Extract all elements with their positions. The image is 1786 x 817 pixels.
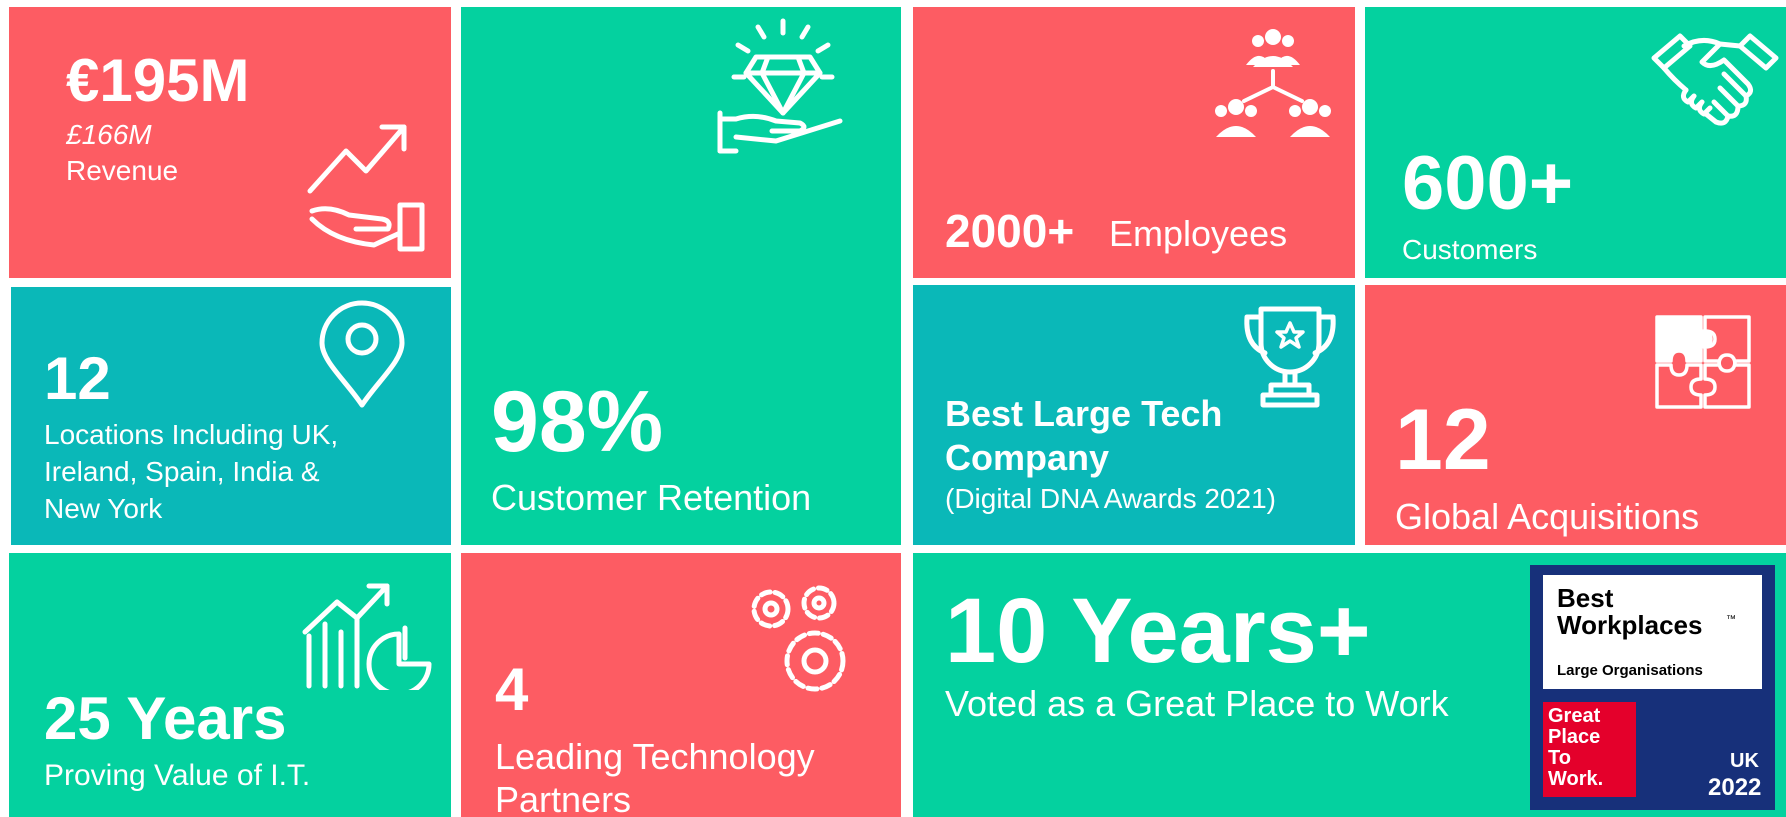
- acquisitions-label: Global Acquisitions: [1395, 496, 1700, 537]
- partners-value: 4: [495, 656, 529, 723]
- revenue-tile: €195M £166M Revenue: [9, 7, 451, 278]
- badge-title-2: Workplaces: [1557, 610, 1703, 640]
- locations-line-1: Locations Including UK,: [44, 419, 339, 450]
- customers-value: 600+: [1402, 141, 1574, 226]
- customers-tile: 600+ Customers: [1365, 7, 1786, 278]
- award-line-2: Company: [945, 437, 1110, 478]
- revenue-gbp: £166M: [66, 119, 152, 150]
- puzzle-icon: [1653, 313, 1753, 411]
- award-tile: Best Large Tech Company (Digital DNA Awa…: [913, 285, 1355, 545]
- acquisitions-tile: 12 Global Acquisitions: [1365, 285, 1786, 545]
- badge-header: Best Workplaces ™ Large Organisations: [1543, 575, 1762, 689]
- trophy-icon: [1241, 303, 1339, 409]
- partners-line-1: Leading Technology: [495, 736, 815, 777]
- chart-growth-icon: [301, 578, 436, 690]
- years-value: 25 Years: [44, 685, 287, 752]
- workplace-value: 10 Years+: [945, 580, 1371, 682]
- team-network-icon: [1208, 25, 1338, 145]
- locations-value: 12: [44, 345, 111, 412]
- diamond-hand-icon: [716, 17, 851, 157]
- map-pin-icon: [316, 299, 408, 411]
- gptw-line-4: Work.: [1548, 768, 1604, 790]
- retention-label: Customer Retention: [491, 477, 812, 518]
- gears-icon: [749, 583, 861, 698]
- award-line-1: Best Large Tech: [945, 393, 1223, 434]
- gptw-line-3: To: [1548, 747, 1571, 769]
- workplace-label: Voted as a Great Place to Work: [945, 683, 1449, 724]
- employees-label: Employees: [1109, 213, 1288, 254]
- partners-line-2: Partners: [495, 779, 632, 817]
- badge-trademark: ™: [1726, 614, 1736, 625]
- badge-year: 2022: [1708, 774, 1762, 801]
- years-tile: 25 Years Proving Value of I.T.: [9, 553, 451, 817]
- award-source: (Digital DNA Awards 2021): [945, 483, 1276, 514]
- gptw-line-1: Great: [1548, 705, 1601, 727]
- customers-label: Customers: [1402, 234, 1538, 265]
- growth-hand-icon: [304, 119, 434, 254]
- acquisitions-value: 12: [1395, 392, 1491, 488]
- gptw-line-2: Place: [1548, 726, 1601, 748]
- best-workplaces-badge: Best Workplaces ™ Large Organisations Gr…: [1530, 565, 1775, 810]
- partners-tile: 4 Leading Technology Partners: [461, 553, 901, 817]
- badge-country: UK: [1730, 750, 1759, 772]
- badge-title-1: Best: [1557, 583, 1614, 613]
- locations-line-2: Ireland, Spain, India &: [44, 456, 320, 487]
- revenue-value: €195M: [66, 47, 250, 114]
- employees-tile: 2000+ Employees: [913, 7, 1355, 278]
- handshake-icon: [1650, 32, 1780, 132]
- badge-category: Large Organisations: [1557, 662, 1703, 679]
- gptw-logo: Great Place To Work.: [1543, 702, 1636, 797]
- retention-tile: 98% Customer Retention: [461, 7, 901, 545]
- years-label: Proving Value of I.T.: [44, 759, 311, 792]
- employees-value: 2000+: [945, 205, 1075, 257]
- revenue-label: Revenue: [66, 155, 179, 186]
- retention-value: 98%: [491, 374, 664, 470]
- locations-line-3: New York: [44, 493, 163, 524]
- locations-tile: 12 Locations Including UK, Ireland, Spai…: [11, 287, 451, 545]
